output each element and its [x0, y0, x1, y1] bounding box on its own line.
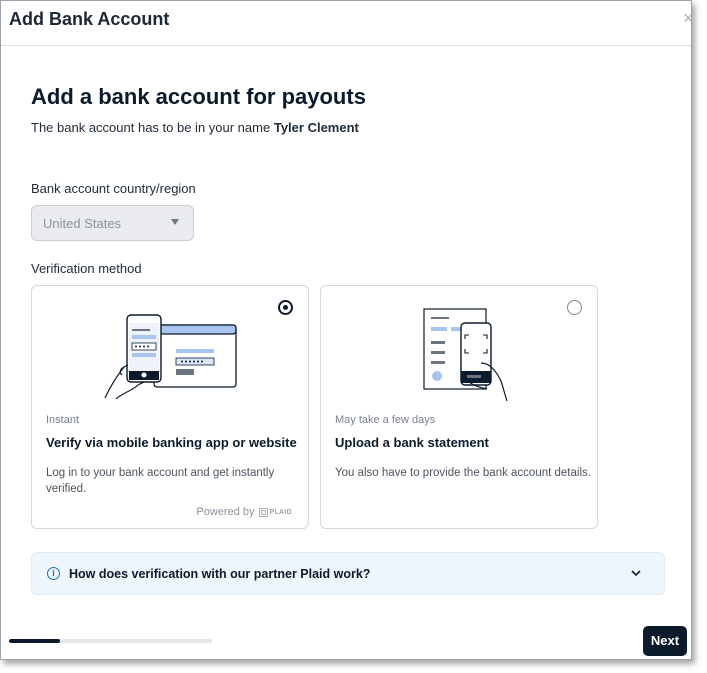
method-card-instant[interactable]: Instant Verify via mobile banking app or…: [31, 285, 309, 529]
verification-method-label: Verification method: [31, 261, 142, 276]
info-icon: i: [47, 567, 60, 580]
method-radio-statement[interactable]: [567, 300, 582, 315]
plaid-faq-accordion[interactable]: i How does verification with our partner…: [31, 552, 665, 595]
method-tag: May take a few days: [335, 414, 436, 426]
step-progress-fill: [9, 639, 60, 643]
powered-by-label: Powered by: [196, 506, 255, 518]
phone-scanning-document-illustration-icon: [423, 308, 508, 402]
method-description: You also have to provide the bank accoun…: [335, 467, 591, 479]
chevron-down-icon: [631, 570, 641, 577]
page-heading: Add a bank account for payouts: [31, 84, 366, 109]
step-progress-bar: [9, 639, 212, 643]
powered-by-plaid: Powered by PLAID: [196, 506, 292, 518]
method-card-statement[interactable]: May take a few days Upload a bank statem…: [320, 285, 598, 529]
method-title: Upload a bank statement: [335, 435, 489, 450]
caret-down-icon: [171, 219, 179, 225]
account-holder-name: Tyler Clement: [273, 120, 359, 135]
dialog-header: Add Bank Account ×: [1, 1, 693, 46]
plaid-logo-icon: [258, 507, 268, 517]
country-select[interactable]: United States: [31, 205, 194, 241]
method-description: Log in to your bank account and get inst…: [46, 467, 275, 495]
method-tag: Instant: [46, 414, 80, 426]
close-icon[interactable]: ×: [683, 8, 693, 29]
country-select-value: United States: [43, 216, 122, 231]
country-label: Bank account country/region: [31, 181, 196, 196]
plaid-logo: PLAID: [258, 507, 293, 517]
plaid-logo-text: PLAID: [269, 508, 292, 516]
page-subtitle: The bank account has to be in your name …: [31, 120, 359, 135]
method-title: Verify via mobile banking app or website: [46, 435, 297, 450]
phone-and-browser-illustration-icon: [104, 314, 237, 400]
add-bank-account-dialog: Add Bank Account × Add a bank account fo…: [0, 0, 693, 660]
method-radio-instant[interactable]: [278, 300, 293, 315]
subtitle-text: The bank account has to be in your name: [31, 120, 271, 135]
next-button[interactable]: Next: [643, 626, 687, 656]
dialog-title: Add Bank Account: [9, 9, 170, 29]
faq-question: How does verification with our partner P…: [69, 567, 371, 581]
